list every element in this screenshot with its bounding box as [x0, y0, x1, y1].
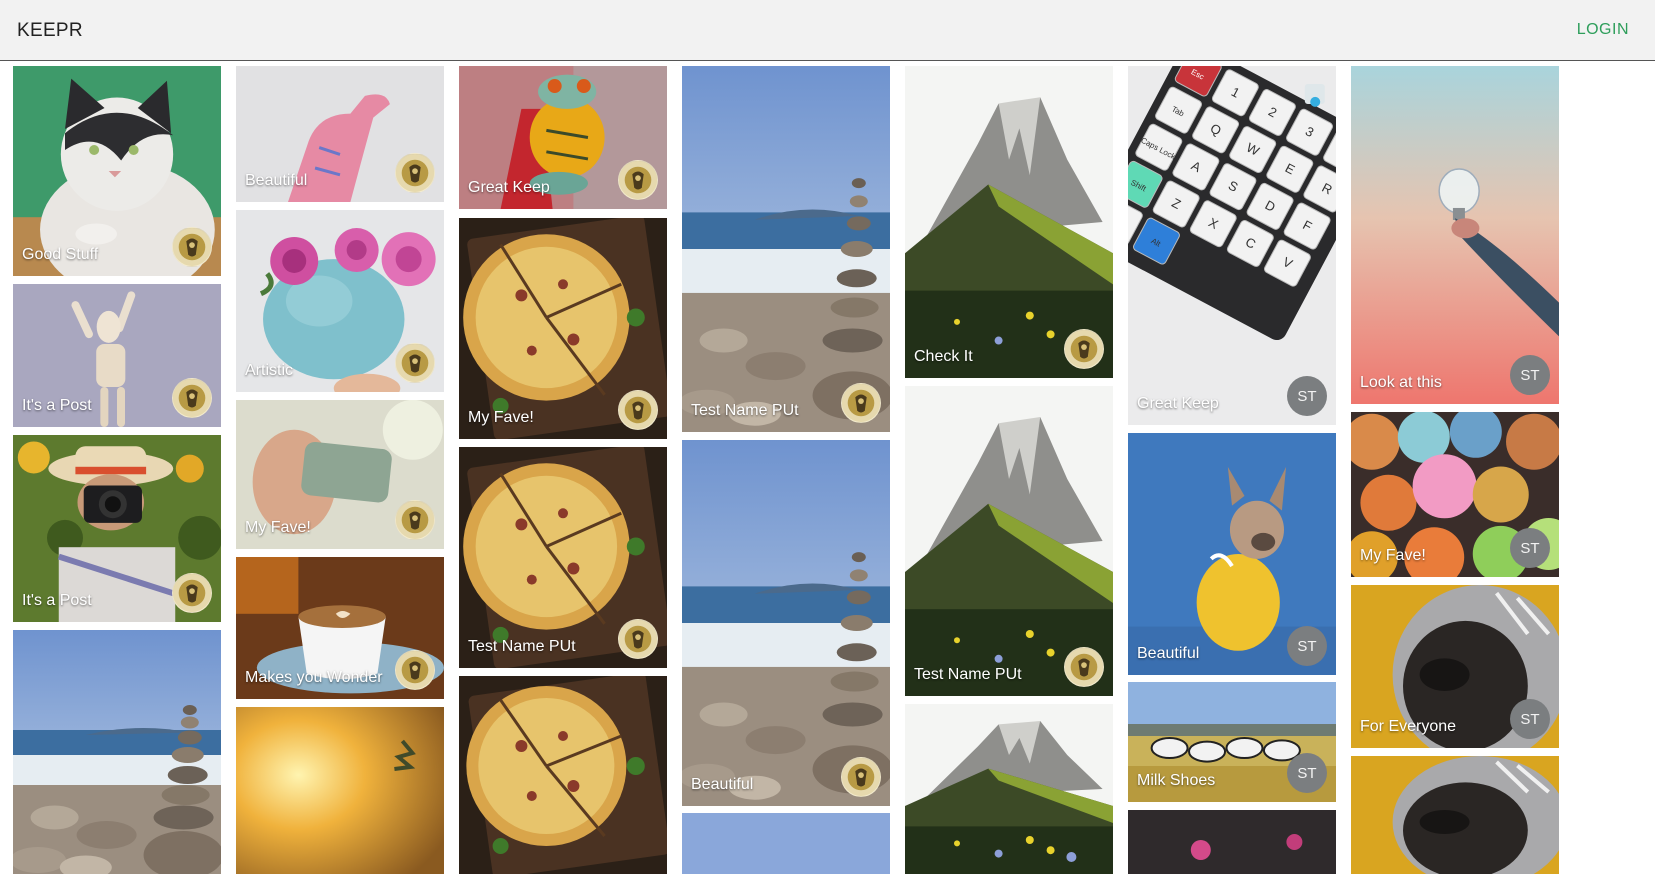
keep-card[interactable]: My Fave! ST	[1351, 412, 1559, 577]
keep-image	[459, 676, 667, 874]
creator-avatar-initials[interactable]: ST	[1287, 626, 1327, 666]
keep-title: My Fave!	[1360, 547, 1426, 564]
keep-card[interactable]: Milk Shoes ST	[1128, 682, 1336, 802]
creator-avatar[interactable]	[841, 757, 881, 797]
keep-image	[905, 704, 1113, 874]
creator-avatar[interactable]	[395, 500, 435, 540]
keep-image	[13, 630, 221, 874]
keep-title: Beautiful	[1137, 645, 1200, 662]
keep-image	[682, 813, 890, 874]
creator-avatar[interactable]	[1064, 329, 1104, 369]
keep-card[interactable]: Makes you Wonder	[236, 557, 444, 699]
keep-image	[236, 707, 444, 874]
top-navbar: KEEPR LOGIN	[0, 0, 1655, 61]
keep-title: Beautiful	[691, 776, 754, 793]
keep-image	[682, 66, 890, 432]
keep-image: Esc1234TabQWERCaps LockASDFShiftZXCVWinA…	[1128, 66, 1336, 425]
keep-title: For Everyone	[1360, 718, 1457, 735]
keep-card[interactable]: Good Stuff	[13, 66, 221, 276]
keep-card[interactable]: Test Name PUt	[459, 447, 667, 668]
keep-card[interactable]: My Fave!	[236, 400, 444, 549]
keep-card[interactable]: It's a Post	[13, 284, 221, 427]
keep-title: Test Name PUt	[914, 666, 1022, 683]
creator-avatar-initials[interactable]: ST	[1287, 376, 1327, 416]
creator-avatar-initials[interactable]: ST	[1287, 753, 1327, 793]
keep-card[interactable]: Beautiful	[682, 440, 890, 806]
keep-title: Good Stuff	[22, 246, 99, 263]
keep-card[interactable]: Artistic	[236, 210, 444, 392]
keep-title: Check It	[914, 348, 973, 365]
keep-image	[1128, 810, 1336, 874]
keep-title: Artistic	[245, 362, 293, 379]
creator-avatar[interactable]	[618, 390, 658, 430]
creator-avatar[interactable]	[395, 153, 435, 193]
creator-avatar[interactable]	[172, 573, 212, 613]
keep-title: My Fave!	[245, 519, 311, 536]
creator-avatar-initials[interactable]: ST	[1510, 528, 1550, 568]
keep-card[interactable]	[905, 704, 1113, 874]
creator-avatar-initials[interactable]: ST	[1510, 699, 1550, 739]
keep-card[interactable]: Test Name PUt	[682, 66, 890, 432]
keep-card[interactable]: My Fave!	[459, 218, 667, 439]
keep-card[interactable]: Beautiful ST	[1128, 433, 1336, 675]
keep-title: Test Name PUt	[468, 638, 576, 655]
keep-image	[1351, 756, 1559, 874]
keep-card[interactable]	[13, 630, 221, 874]
brand-logo[interactable]: KEEPR	[17, 20, 83, 42]
keep-title: Test Name PUt	[691, 402, 799, 419]
keep-card[interactable]	[1128, 810, 1336, 874]
creator-avatar[interactable]	[172, 227, 212, 267]
creator-avatar[interactable]	[1064, 647, 1104, 687]
creator-avatar[interactable]	[172, 378, 212, 418]
creator-avatar[interactable]	[841, 383, 881, 423]
keep-title: It's a Post	[22, 592, 92, 609]
creator-avatar[interactable]	[618, 160, 658, 200]
keep-title: Milk Shoes	[1137, 772, 1216, 789]
keep-card[interactable]	[682, 813, 890, 874]
keep-card[interactable]	[459, 676, 667, 874]
keep-title: My Fave!	[468, 409, 534, 426]
keep-card[interactable]: Test Name PUt	[905, 386, 1113, 696]
creator-avatar[interactable]	[395, 650, 435, 690]
keep-image	[682, 440, 890, 806]
keep-card[interactable]: It's a Post	[13, 435, 221, 622]
creator-avatar-initials[interactable]: ST	[1510, 355, 1550, 395]
keep-card[interactable]	[236, 707, 444, 874]
keeps-masonry-grid: Good Stuff It's a Post It's a Post Beaut…	[0, 61, 1655, 874]
login-button[interactable]: LOGIN	[1577, 21, 1629, 39]
creator-avatar[interactable]	[395, 343, 435, 383]
keep-card[interactable]	[1351, 756, 1559, 874]
keep-card[interactable]: Beautiful	[236, 66, 444, 202]
keep-card[interactable]: Look at this ST	[1351, 66, 1559, 404]
keep-title: Beautiful	[245, 172, 308, 189]
keep-card[interactable]: Great Keep	[459, 66, 667, 209]
keep-card[interactable]: Check It	[905, 66, 1113, 378]
keep-image	[1351, 66, 1559, 404]
keep-title: It's a Post	[22, 397, 92, 414]
keep-title: Great Keep	[468, 179, 550, 196]
keep-title: Makes you Wonder	[245, 669, 383, 686]
keep-title: Look at this	[1360, 374, 1442, 391]
keep-card[interactable]: For Everyone ST	[1351, 585, 1559, 748]
keep-title: Great Keep	[1137, 395, 1219, 412]
keep-card[interactable]: Esc1234TabQWERCaps LockASDFShiftZXCVWinA…	[1128, 66, 1336, 425]
creator-avatar[interactable]	[618, 619, 658, 659]
